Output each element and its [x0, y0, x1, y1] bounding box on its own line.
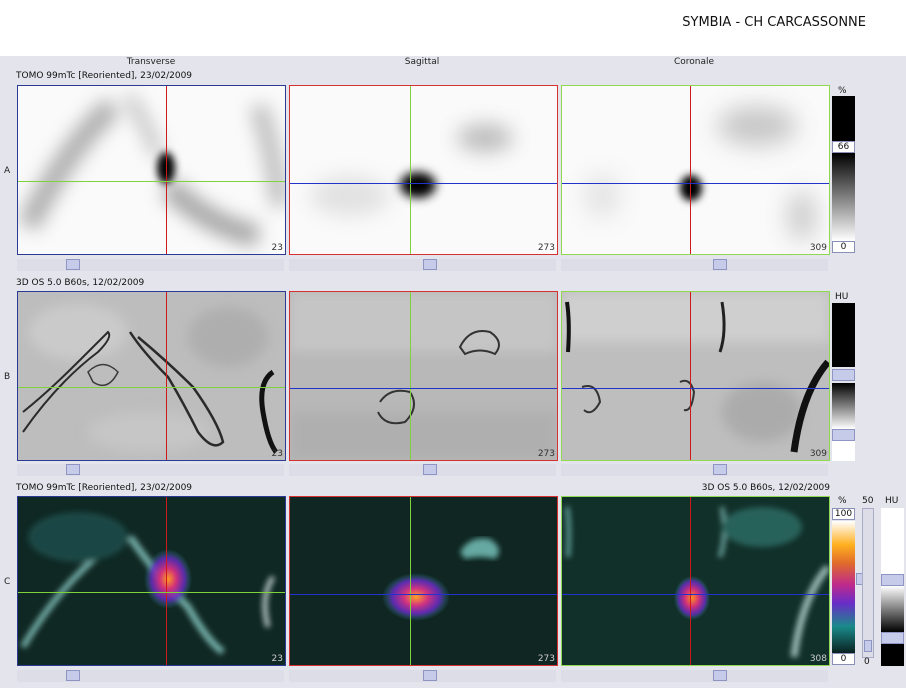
slice-number: 273	[537, 654, 555, 664]
viewport-b-sagittal[interactable]: 273	[289, 291, 558, 461]
scroll-handle[interactable]	[713, 464, 727, 475]
colorbar-c-ct-gradient	[881, 586, 904, 632]
row-letter-b: B	[4, 372, 11, 382]
crosshair-horizontal	[18, 592, 285, 593]
scroll-handle[interactable]	[66, 464, 80, 475]
title-bar: SYMBIA - CH CARCASSONNE	[0, 0, 906, 56]
slice-number: 309	[809, 449, 827, 459]
colorbar-c-ct-handle-top[interactable]	[881, 574, 904, 586]
crosshair-horizontal	[562, 594, 829, 595]
crosshair-horizontal	[18, 387, 285, 388]
scrollbar-c-transverse[interactable]	[17, 670, 284, 682]
colorbar-c-max[interactable]: 100	[832, 508, 855, 520]
crosshair-vertical	[166, 86, 167, 254]
scroll-handle[interactable]	[66, 259, 80, 270]
column-header-sagittal: Sagittal	[404, 57, 440, 67]
slice-number: 273	[537, 243, 555, 253]
scroll-handle[interactable]	[423, 464, 437, 475]
colorbar-c-gradient	[832, 521, 855, 653]
viewport-a-sagittal[interactable]: 273	[289, 85, 558, 255]
crosshair-vertical	[166, 497, 167, 665]
colorbar-b-handle-bottom[interactable]	[832, 429, 855, 441]
crosshair-vertical	[166, 292, 167, 460]
slice-number: 309	[809, 243, 827, 253]
row-b-series-info: 3D OS 5.0 B60s, 12/02/2009	[16, 278, 145, 288]
colorbar-c-unit: %	[838, 496, 847, 506]
colorbar-a-gradient	[832, 153, 855, 241]
scrollbar-b-transverse[interactable]	[17, 464, 284, 476]
colorbar-b-window-white	[832, 441, 855, 461]
colorbar-b-window[interactable]	[832, 303, 855, 367]
colorbar-c-ct-handle[interactable]	[864, 640, 872, 652]
crosshair-horizontal	[290, 388, 557, 389]
scrollbar-a-coronal[interactable]	[561, 259, 828, 271]
colorbar-c-ct-handle-bottom[interactable]	[881, 632, 904, 644]
crosshair-vertical	[690, 86, 691, 254]
slice-number: 273	[537, 449, 555, 459]
viewport-b-transverse[interactable]: 23	[17, 291, 286, 461]
viewport-c-transverse[interactable]: 23	[17, 496, 286, 666]
window-title: SYMBIA - CH CARCASSONNE	[682, 15, 866, 30]
scrollbar-a-transverse[interactable]	[17, 259, 284, 271]
colorbar-a-window[interactable]	[832, 96, 855, 141]
viewport-b-coronal[interactable]: 309	[561, 291, 830, 461]
scroll-handle[interactable]	[423, 259, 437, 270]
column-header-coronal: Coronale	[673, 57, 715, 67]
colorbar-b-handle-top[interactable]	[832, 369, 855, 381]
colorbar-b-unit: HU	[835, 292, 849, 302]
slice-number: 23	[271, 243, 283, 253]
scrollbar-c-coronal[interactable]	[561, 670, 828, 682]
crosshair-horizontal	[290, 594, 557, 595]
column-header-transverse: Transverse	[126, 57, 176, 67]
viewport-c-coronal[interactable]: 308	[561, 496, 830, 666]
scroll-handle[interactable]	[713, 259, 727, 270]
colorbar-c-ct-black	[881, 644, 904, 666]
row-letter-a: A	[4, 166, 11, 176]
scrollbar-b-coronal[interactable]	[561, 464, 828, 476]
crosshair-vertical	[410, 497, 411, 665]
scroll-handle[interactable]	[713, 670, 727, 681]
colorbar-c-min[interactable]: 0	[832, 653, 855, 665]
crosshair-horizontal	[18, 181, 285, 182]
colorbar-a-unit: %	[838, 86, 847, 96]
colorbar-c-ct-top: 50	[862, 496, 874, 506]
colorbar-c-ct-min: 0	[864, 657, 870, 667]
row-letter-c: C	[4, 577, 11, 587]
crosshair-vertical	[410, 86, 411, 254]
row-c-series-info: TOMO 99mTc [Reoriented], 23/02/2009	[16, 483, 193, 493]
colorbar-c-ct-white	[881, 508, 904, 574]
scrollbar-b-sagittal[interactable]	[289, 464, 556, 476]
row-a-series-info: TOMO 99mTc [Reoriented], 23/02/2009	[16, 71, 193, 81]
crosshair-horizontal	[562, 183, 829, 184]
slice-number: 23	[271, 449, 283, 459]
viewport-a-coronal[interactable]: 309	[561, 85, 830, 255]
crosshair-horizontal	[562, 388, 829, 389]
row-c-ct-series-info: 3D OS 5.0 B60s, 12/02/2009	[701, 483, 830, 493]
scrollbar-a-sagittal[interactable]	[289, 259, 556, 271]
crosshair-vertical	[410, 292, 411, 460]
slice-number: 23	[271, 654, 283, 664]
crosshair-vertical	[690, 497, 691, 665]
slice-number: 308	[809, 654, 827, 664]
scrollbar-c-sagittal[interactable]	[289, 670, 556, 682]
scroll-handle[interactable]	[423, 670, 437, 681]
colorbar-c-ct-unit: HU	[885, 496, 899, 506]
colorbar-a-value[interactable]: 66	[832, 141, 855, 153]
viewport-c-sagittal[interactable]: 273	[289, 496, 558, 666]
crosshair-horizontal	[290, 183, 557, 184]
colorbar-a-min[interactable]: 0	[832, 241, 855, 253]
colorbar-c-ct-track[interactable]	[862, 508, 874, 658]
viewport-a-transverse[interactable]: 23	[17, 85, 286, 255]
colorbar-b-gradient	[832, 383, 855, 429]
scroll-handle[interactable]	[66, 670, 80, 681]
crosshair-vertical	[690, 292, 691, 460]
